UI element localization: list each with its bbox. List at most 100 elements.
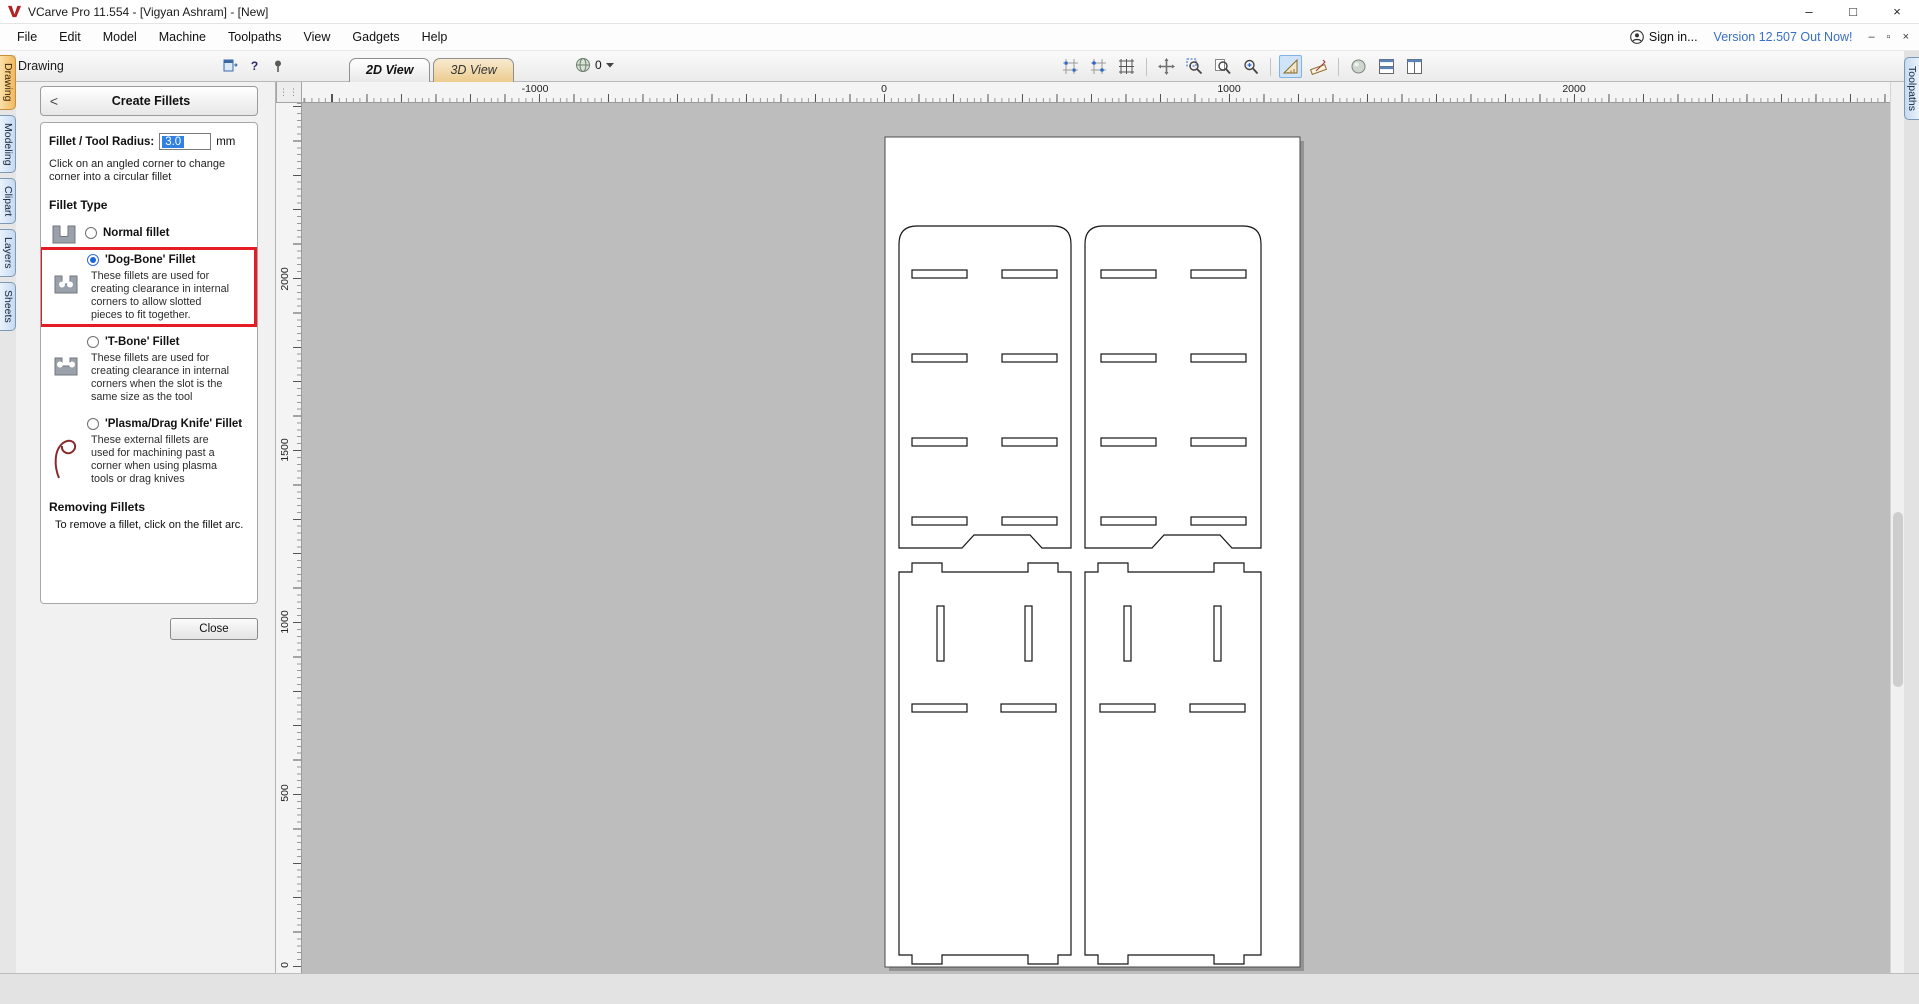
tile-windows-vertical-icon[interactable] bbox=[1403, 55, 1426, 78]
menu-view[interactable]: View bbox=[293, 24, 342, 50]
menu-gadgets[interactable]: Gadgets bbox=[341, 24, 410, 50]
ruler-label: 2000 bbox=[1562, 83, 1586, 95]
fillet-type-heading: Fillet Type bbox=[49, 198, 108, 212]
radius-input[interactable]: 3.0 bbox=[159, 133, 212, 150]
sign-in-label: Sign in... bbox=[1648, 30, 1698, 44]
radius-value: 3.0 bbox=[162, 135, 185, 148]
normal-fillet-icon bbox=[49, 221, 79, 245]
globe-icon bbox=[576, 58, 590, 72]
radius-unit: mm bbox=[216, 135, 236, 148]
tab-3d-view[interactable]: 3D View bbox=[433, 58, 514, 82]
chevron-down-icon bbox=[605, 63, 614, 68]
vertical-ruler: 2000 1500 1000 500 0 bbox=[276, 103, 302, 973]
t-bone-fillet-label: 'T-Bone' Fillet bbox=[105, 336, 180, 348]
version-link[interactable]: Version 12.507 Out Now! bbox=[1714, 30, 1853, 44]
option-plasma-fillet[interactable]: 'Plasma/Drag Knife' Fillet These externa… bbox=[49, 418, 249, 486]
toolbar-separator bbox=[1338, 57, 1339, 76]
ruler-label: 1500 bbox=[279, 438, 291, 462]
plasma-fillet-label: 'Plasma/Drag Knife' Fillet bbox=[105, 418, 243, 430]
horizontal-ruler: -1000 0 1000 2000 bbox=[302, 82, 1890, 103]
menu-help[interactable]: Help bbox=[411, 24, 459, 50]
ruler-label: 1000 bbox=[1217, 83, 1241, 95]
vertical-scrollbar[interactable] bbox=[1890, 82, 1904, 973]
ruler-label: 2000 bbox=[279, 267, 291, 291]
plasma-fillet-radio[interactable] bbox=[87, 418, 99, 430]
toolbar-separator bbox=[1146, 57, 1147, 76]
plasma-fillet-icon bbox=[49, 434, 83, 486]
sidebar-tab-toolpaths[interactable]: Toolpaths bbox=[1904, 57, 1919, 120]
ruler-corner: ⋮⋮ bbox=[276, 82, 302, 103]
mdi-close-button[interactable]: × bbox=[1903, 31, 1909, 43]
close-button[interactable]: × bbox=[1875, 0, 1919, 24]
sidebar-tab-drawing[interactable]: Drawing bbox=[0, 55, 16, 110]
fillet-panel-body: Fillet / Tool Radius: 3.0 mm Click on an… bbox=[40, 122, 258, 604]
minimize-button[interactable]: – bbox=[1787, 0, 1831, 24]
right-tab-strip: Toolpaths bbox=[1904, 51, 1919, 973]
t-bone-fillet-description: These fillets are used for creating clea… bbox=[91, 352, 230, 403]
plasma-fillet-description: These external fillets are used for mach… bbox=[91, 434, 218, 485]
dog-bone-fillet-label: 'Dog-Bone' Fillet bbox=[105, 254, 196, 266]
material-sheet bbox=[884, 136, 1301, 968]
dog-bone-fillet-description: These fillets are used for creating clea… bbox=[91, 270, 230, 321]
option-t-bone-fillet[interactable]: 'T-Bone' Fillet These fillets are used f… bbox=[49, 336, 249, 404]
sidebar-tab-sheets[interactable]: Sheets bbox=[0, 282, 16, 331]
scrollbar-thumb[interactable] bbox=[1893, 512, 1903, 687]
dock-panel-icon[interactable] bbox=[222, 57, 239, 74]
shaded-background-icon[interactable] bbox=[1347, 55, 1370, 78]
sidebar-tab-modeling[interactable]: Modeling bbox=[0, 114, 16, 174]
measure-icon[interactable] bbox=[1307, 55, 1330, 78]
sign-in-button[interactable]: Sign in... bbox=[1630, 30, 1698, 44]
menu-edit[interactable]: Edit bbox=[48, 24, 92, 50]
tile-windows-horizontal-icon[interactable] bbox=[1375, 55, 1398, 78]
sheet-selector[interactable]: 0 bbox=[575, 57, 614, 73]
panel-title: Create Fillets bbox=[111, 94, 191, 108]
toggle-guides-icon[interactable] bbox=[1279, 55, 1302, 78]
dog-bone-fillet-radio[interactable] bbox=[87, 254, 99, 266]
menubar: File Edit Model Machine Toolpaths View G… bbox=[0, 24, 1919, 51]
t-bone-fillet-radio[interactable] bbox=[87, 336, 99, 348]
ruler-label: 1000 bbox=[279, 610, 291, 634]
sidebar-tab-layers[interactable]: Layers bbox=[0, 229, 16, 277]
normal-fillet-radio[interactable] bbox=[85, 227, 97, 239]
sheet-value: 0 bbox=[595, 58, 602, 72]
toggle-grid-icon[interactable] bbox=[1115, 55, 1138, 78]
snap-to-geometry-icon[interactable] bbox=[1059, 55, 1082, 78]
menu-model[interactable]: Model bbox=[92, 24, 148, 50]
drawing-panel: < Create Fillets Fillet / Tool Radius: 3… bbox=[16, 82, 276, 973]
option-normal-fillet[interactable]: Normal fillet bbox=[49, 221, 249, 245]
fillet-hint: Click on an angled corner to change corn… bbox=[49, 158, 226, 183]
sidebar-tab-clipart[interactable]: Clipart bbox=[0, 178, 16, 225]
menu-file[interactable]: File bbox=[6, 24, 48, 50]
ruler-label: 0 bbox=[279, 962, 291, 968]
option-dog-bone-fillet[interactable]: 'Dog-Bone' Fillet These fillets are used… bbox=[41, 247, 257, 327]
dog-bone-fillet-icon bbox=[49, 270, 83, 322]
status-strip bbox=[0, 973, 1919, 1004]
close-panel-button[interactable]: Close bbox=[170, 618, 258, 640]
removing-fillets-hint: To remove a fillet, click on the fillet … bbox=[55, 519, 244, 531]
ruler-label: 500 bbox=[279, 784, 291, 802]
back-button[interactable]: < bbox=[41, 87, 67, 115]
maximize-button[interactable]: □ bbox=[1831, 0, 1875, 24]
t-bone-fillet-icon bbox=[49, 352, 83, 404]
left-tab-strip: Drawing Modeling Clipart Layers Sheets bbox=[0, 55, 16, 973]
drawing-panel-label: Drawing bbox=[18, 59, 64, 73]
mdi-minimize-button[interactable]: – bbox=[1869, 31, 1875, 43]
ruler-label: -1000 bbox=[521, 83, 549, 95]
tab-2d-view[interactable]: 2D View bbox=[349, 58, 431, 82]
mdi-restore-button[interactable]: ▫ bbox=[1887, 31, 1891, 43]
menu-toolpaths[interactable]: Toolpaths bbox=[217, 24, 293, 50]
toolbar: Drawing ? 2D View 3D View 0 bbox=[0, 51, 1919, 82]
move-view-icon[interactable] bbox=[1155, 55, 1178, 78]
zoom-box-icon[interactable] bbox=[1183, 55, 1206, 78]
window-title: VCarve Pro 11.554 - [Vigyan Ashram] - [N… bbox=[28, 4, 269, 19]
drawing-canvas[interactable] bbox=[302, 103, 1890, 973]
radius-label: Fillet / Tool Radius: bbox=[49, 135, 155, 148]
zoom-to-selection-icon[interactable] bbox=[1239, 55, 1262, 78]
pin-icon[interactable] bbox=[270, 57, 287, 74]
menu-machine[interactable]: Machine bbox=[148, 24, 217, 50]
user-icon bbox=[1630, 30, 1644, 44]
help-icon[interactable]: ? bbox=[246, 57, 263, 74]
zoom-to-drawing-icon[interactable] bbox=[1211, 55, 1234, 78]
snap-to-grid-icon[interactable] bbox=[1087, 55, 1110, 78]
fillet-panel-header: < Create Fillets bbox=[40, 86, 258, 116]
